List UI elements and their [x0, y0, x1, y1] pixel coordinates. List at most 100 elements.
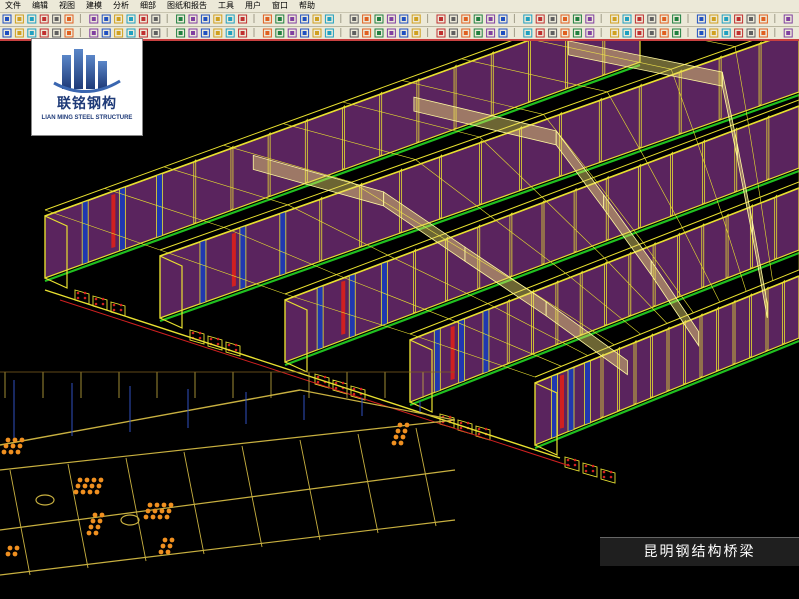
toolbar-tool-icon[interactable] [101, 28, 111, 38]
toolbar-tool-icon[interactable] [386, 14, 396, 24]
toolbar-tool-icon[interactable] [758, 14, 768, 24]
toolbar-tool-icon[interactable] [634, 14, 644, 24]
menu-item-3[interactable]: 建模 [81, 0, 108, 12]
toolbar-tool-icon[interactable] [696, 28, 706, 38]
toolbar-tool-icon[interactable] [696, 14, 706, 24]
toolbar-tool-icon[interactable] [287, 28, 297, 38]
toolbar-tool-icon[interactable] [300, 28, 310, 38]
menu-item-0[interactable]: 文件 [0, 0, 27, 12]
toolbar-tool-icon[interactable] [734, 28, 744, 38]
toolbar-tool-icon[interactable] [634, 28, 644, 38]
toolbar-tool-icon[interactable] [746, 14, 756, 24]
toolbar-tool-icon[interactable] [200, 14, 210, 24]
toolbar-tool-icon[interactable] [498, 14, 508, 24]
toolbar-tool-icon[interactable] [448, 14, 458, 24]
toolbar-tool-icon[interactable] [362, 28, 372, 38]
toolbar-tool-icon[interactable] [213, 14, 223, 24]
toolbar-tool-icon[interactable] [89, 28, 99, 38]
toolbar-tool-icon[interactable] [721, 14, 731, 24]
toolbar-tool-icon[interactable] [473, 14, 483, 24]
toolbar-tool-icon[interactable] [672, 28, 682, 38]
toolbar-tool-icon[interactable] [64, 28, 74, 38]
toolbar-tool-icon[interactable] [176, 28, 186, 38]
menu-item-4[interactable]: 分析 [108, 0, 135, 12]
menu-item-8[interactable]: 用户 [240, 0, 267, 12]
toolbar-tool-icon[interactable] [349, 28, 359, 38]
toolbar-tool-icon[interactable] [659, 28, 669, 38]
toolbar-tool-icon[interactable] [213, 28, 223, 38]
toolbar-tool-icon[interactable] [225, 14, 235, 24]
toolbar-tool-icon[interactable] [659, 14, 669, 24]
toolbar-tool-icon[interactable] [548, 14, 558, 24]
toolbar-tool-icon[interactable] [14, 28, 24, 38]
toolbar-tool-icon[interactable] [262, 28, 272, 38]
toolbar-tool-icon[interactable] [114, 14, 124, 24]
toolbar-tool-icon[interactable] [535, 28, 545, 38]
toolbar-tool-icon[interactable] [783, 28, 793, 38]
toolbar-tool-icon[interactable] [2, 14, 12, 24]
toolbar-tool-icon[interactable] [238, 28, 248, 38]
menu-item-2[interactable]: 视图 [54, 0, 81, 12]
toolbar-tool-icon[interactable] [399, 28, 409, 38]
toolbar-tool-icon[interactable] [461, 14, 471, 24]
toolbar-tool-icon[interactable] [188, 28, 198, 38]
toolbar-tool-icon[interactable] [324, 28, 334, 38]
toolbar-tool-icon[interactable] [200, 28, 210, 38]
menu-item-10[interactable]: 帮助 [294, 0, 321, 12]
toolbar-icons[interactable] [0, 13, 799, 26]
toolbar-tool-icon[interactable] [672, 14, 682, 24]
toolbar-tool-icon[interactable] [349, 14, 359, 24]
toolbar-tool-icon[interactable] [572, 28, 582, 38]
toolbar-tool-icon[interactable] [783, 14, 793, 24]
toolbar-tool-icon[interactable] [287, 14, 297, 24]
menu-item-5[interactable]: 细部 [135, 0, 162, 12]
toolbar-tool-icon[interactable] [151, 14, 161, 24]
toolbar-tool-icon[interactable] [709, 14, 719, 24]
toolbar-tool-icon[interactable] [436, 14, 446, 24]
toolbar-tool-icon[interactable] [275, 14, 285, 24]
toolbar-tool-icon[interactable] [374, 28, 384, 38]
toolbar-tool-icon[interactable] [27, 28, 37, 38]
toolbar-tool-icon[interactable] [411, 28, 421, 38]
toolbar-tool-icon[interactable] [362, 14, 372, 24]
toolbar-tool-icon[interactable] [436, 28, 446, 38]
toolbar-tool-icon[interactable] [101, 14, 111, 24]
toolbar-tool-icon[interactable] [486, 28, 496, 38]
toolbar-tool-icon[interactable] [52, 28, 62, 38]
toolbar-tool-icon[interactable] [324, 14, 334, 24]
toolbar-tool-icon[interactable] [138, 28, 148, 38]
toolbar-tool-icon[interactable] [399, 14, 409, 24]
toolbar-tool-icon[interactable] [647, 14, 657, 24]
toolbar-tool-icon[interactable] [560, 28, 570, 38]
menu-item-9[interactable]: 窗口 [267, 0, 294, 12]
toolbar-tool-icon[interactable] [374, 14, 384, 24]
toolbar-tool-icon[interactable] [610, 14, 620, 24]
toolbar-tool-icon[interactable] [225, 28, 235, 38]
toolbar-tool-icon[interactable] [535, 14, 545, 24]
toolbar-tool-icon[interactable] [411, 14, 421, 24]
toolbar-tool-icon[interactable] [709, 28, 719, 38]
toolbar-tool-icon[interactable] [448, 28, 458, 38]
toolbar-tool-icon[interactable] [758, 28, 768, 38]
toolbar-tool-icon[interactable] [126, 14, 136, 24]
toolbar-tool-icon[interactable] [275, 28, 285, 38]
menu-item-7[interactable]: 工具 [213, 0, 240, 12]
toolbar-tool-icon[interactable] [572, 14, 582, 24]
toolbar-tool-icon[interactable] [89, 14, 99, 24]
toolbar-tool-icon[interactable] [114, 28, 124, 38]
toolbar-tool-icon[interactable] [52, 14, 62, 24]
toolbar-tool-icon[interactable] [27, 14, 37, 24]
toolbar-tool-icon[interactable] [151, 28, 161, 38]
toolbar-tool-icon[interactable] [238, 14, 248, 24]
menu-item-6[interactable]: 图纸和报告 [162, 0, 213, 12]
toolbar-tool-icon[interactable] [622, 14, 632, 24]
toolbar-tool-icon[interactable] [721, 28, 731, 38]
toolbar-tool-icon[interactable] [176, 14, 186, 24]
toolbar-tool-icon[interactable] [622, 28, 632, 38]
toolbar-tool-icon[interactable] [312, 14, 322, 24]
toolbar-tool-icon[interactable] [188, 14, 198, 24]
toolbar-tool-icon[interactable] [461, 28, 471, 38]
toolbar-tool-icon[interactable] [585, 28, 595, 38]
toolbar-tool-icon[interactable] [585, 14, 595, 24]
toolbar-tool-icon[interactable] [312, 28, 322, 38]
